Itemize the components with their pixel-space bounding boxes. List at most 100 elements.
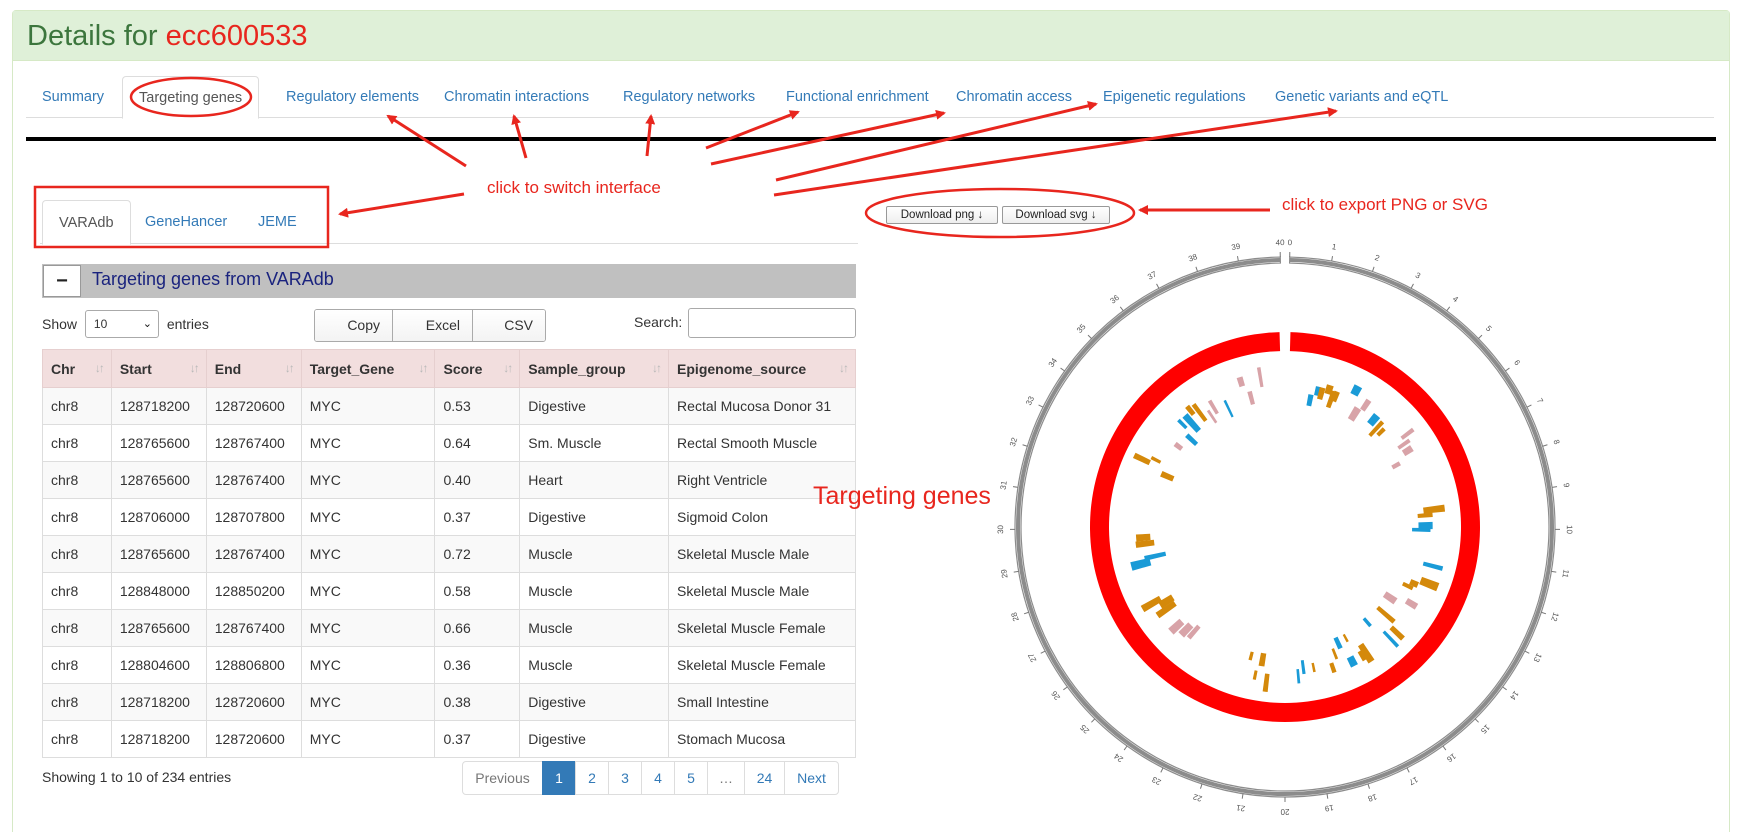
table-cell: 128850200 — [205, 572, 302, 610]
tab-functional-enrichment[interactable]: Functional enrichment — [770, 76, 945, 118]
tick-mark — [1524, 650, 1530, 654]
tab-genetic-variants-eqtl[interactable]: Genetic variants and eQTL — [1259, 76, 1464, 118]
page-5[interactable]: 5 — [674, 761, 708, 795]
download-png-button[interactable]: Download png ↓ — [886, 206, 998, 224]
tick-mark — [1012, 486, 1019, 488]
excel-button[interactable]: Excel — [393, 310, 473, 341]
table-cell: 128767400 — [205, 609, 302, 647]
page-length-value: 10 — [93, 317, 108, 331]
tick-label: 19 — [1324, 803, 1335, 813]
page-24[interactable]: 24 — [744, 761, 785, 795]
tick-mark — [1478, 334, 1483, 339]
copy-button[interactable]: Copy — [315, 310, 393, 341]
tab-varadb[interactable]: VARAdb — [42, 200, 131, 245]
page-previous[interactable]: Previous — [462, 761, 543, 795]
tick-mark — [1023, 611, 1029, 615]
tick-mark — [1542, 444, 1548, 447]
main-tab-bar: Summary Targeting genes Regulatory eleme… — [26, 76, 1714, 119]
gene-track-mark — [1422, 561, 1444, 571]
tick-label: 11 — [1560, 569, 1570, 579]
tab-chromatin-interactions[interactable]: Chromatin interactions — [428, 76, 605, 118]
column-header[interactable]: Start ↓↑ — [110, 349, 207, 388]
gene-track-mark — [1144, 551, 1167, 561]
table-cell: MYC — [300, 387, 436, 425]
gene-track-mark — [1223, 399, 1234, 418]
gene-track-mark — [1346, 655, 1358, 668]
tick-mark — [1474, 718, 1479, 723]
table-cell: chr8 — [42, 609, 112, 647]
sort-icon: ↓↑ — [418, 361, 428, 375]
table-cell: 0.36 — [434, 646, 521, 684]
column-header[interactable]: Target_Gene ↓↑ — [300, 349, 436, 388]
tab-summary[interactable]: Summary — [26, 76, 120, 118]
column-header[interactable]: Chr ↓↑ — [42, 349, 112, 388]
annotation-targeting-genes: Targeting genes — [813, 482, 991, 510]
tick-mark — [1505, 367, 1510, 372]
sort-icon: ↓↑ — [284, 361, 295, 375]
gene-track-mark — [1362, 617, 1372, 628]
gene-track-mark — [1185, 433, 1199, 446]
page-4[interactable]: 4 — [641, 761, 675, 795]
table-cell: 0.58 — [434, 572, 521, 610]
tick-label: 23 — [1150, 774, 1162, 786]
tab-regulatory-elements[interactable]: Regulatory elements — [270, 76, 435, 118]
circos-plot: 0 123456789101112131415161718192021222324… — [996, 238, 1574, 816]
tick-mark — [1442, 745, 1447, 751]
table-row: chr8 128804600 128806800 MYC 0.36 Muscle Skele… — [42, 646, 856, 684]
page-header: Details for ecc600533 — [13, 11, 1729, 61]
tick-mark — [1541, 611, 1547, 615]
column-header[interactable]: Sample_group ↓↑ — [519, 349, 670, 388]
table-cell: 128767400 — [205, 535, 302, 573]
gene-track-mark — [1160, 470, 1175, 482]
tab-chromatin-access[interactable]: Chromatin access — [940, 76, 1088, 118]
gene-track-mark — [1258, 652, 1267, 667]
page-length-select[interactable]: 10 ⌄ — [84, 310, 159, 338]
gene-track-mark — [1360, 398, 1372, 412]
page-title: Details for ecc600533 — [27, 20, 308, 53]
tab-regulatory-networks[interactable]: Regulatory networks — [607, 76, 771, 118]
collapse-button[interactable]: − — [43, 265, 81, 297]
tick-label: 14 — [1508, 689, 1521, 702]
tick-mark — [1013, 570, 1019, 573]
tab-genehancer[interactable]: GeneHancer — [129, 200, 243, 244]
column-label: End — [214, 360, 242, 377]
table-row: chr8 128765600 128767400 MYC 0.66 Muscle Skele… — [42, 609, 856, 647]
tick-label: 24 — [1112, 751, 1125, 764]
tick-label: 16 — [1445, 751, 1458, 764]
divider — [26, 137, 1716, 141]
table-cell: 0.53 — [434, 387, 521, 425]
table-cell: Muscle — [519, 646, 670, 684]
gene-track-mark — [1252, 670, 1258, 680]
table-cell: Skeletal Muscle Female — [668, 609, 856, 647]
tab-epigenetic-regulations[interactable]: Epigenetic regulations — [1087, 76, 1262, 118]
table-cell: 128806800 — [205, 646, 302, 684]
tick-mark — [1241, 793, 1244, 799]
tick-label: 38 — [1187, 252, 1199, 264]
column-header[interactable]: Score ↓↑ — [434, 349, 521, 388]
table-cell: chr8 — [42, 572, 112, 610]
table-cell: 0.64 — [434, 424, 521, 462]
page-3[interactable]: 3 — [608, 761, 642, 795]
table-cell: Stomach Mucosa — [668, 720, 856, 758]
gene-track-mark — [1256, 367, 1264, 388]
table-row: chr8 128718200 128720600 MYC 0.37 Digestive St… — [42, 720, 856, 758]
csv-button[interactable]: CSV — [473, 310, 545, 341]
tick-mark — [1091, 718, 1096, 723]
tab-targeting-genes[interactable]: Targeting genes — [122, 76, 260, 119]
search-input[interactable] — [688, 308, 856, 338]
tick-label: 9 — [1562, 482, 1572, 488]
table-cell: Sm. Muscle — [519, 424, 670, 462]
tab-jeme[interactable]: JEME — [242, 200, 313, 244]
table-cell: 0.38 — [434, 683, 521, 721]
tick-mark — [1406, 767, 1410, 773]
table-cell: chr8 — [42, 646, 112, 684]
column-header[interactable]: Epigenome_source ↓↑ — [668, 349, 856, 388]
table-cell: MYC — [300, 535, 436, 573]
page-next[interactable]: Next — [784, 761, 839, 795]
column-label: Chr — [51, 360, 76, 377]
table-cell: chr8 — [42, 498, 112, 536]
page-2[interactable]: 2 — [575, 761, 609, 795]
page-1[interactable]: 1 — [542, 761, 576, 795]
download-svg-button[interactable]: Download svg ↓ — [1002, 206, 1110, 224]
column-header[interactable]: End ↓↑ — [205, 349, 302, 388]
